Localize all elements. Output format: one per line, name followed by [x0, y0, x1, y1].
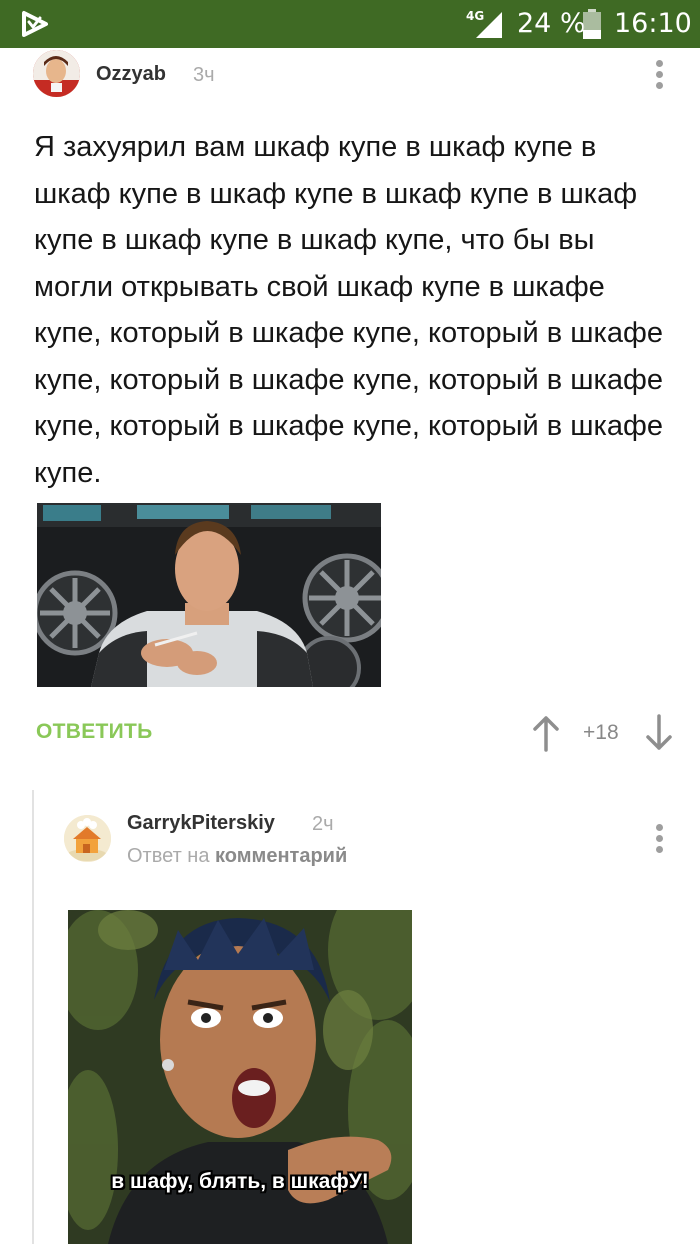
signal-icon — [476, 12, 502, 38]
reply-to-prefix: Ответ на — [127, 845, 210, 867]
battery-percent: 24 % — [517, 8, 586, 39]
status-bar: 4G 24 % 16:10 — [0, 0, 700, 48]
user-avatar-image — [64, 815, 111, 862]
comment-author[interactable]: Ozzyab — [96, 63, 166, 86]
avatar[interactable] — [33, 50, 80, 97]
reply-to-info: Ответ на комментарий — [127, 845, 347, 868]
comment-image[interactable] — [37, 503, 381, 687]
user-avatar-image — [33, 50, 80, 97]
reply-image[interactable]: в шафу, блять, в шкафУ! — [68, 910, 412, 1244]
comment-time: 2ч — [312, 813, 334, 835]
reply-to-link[interactable]: комментарий — [215, 845, 347, 867]
image-caption: в шафу, блять, в шкафУ! — [111, 1170, 369, 1193]
arrow-down-icon[interactable] — [645, 714, 673, 752]
arrow-up-icon[interactable] — [532, 714, 560, 752]
avatar[interactable] — [64, 815, 111, 862]
more-vert-icon[interactable] — [654, 824, 664, 856]
thread-line — [32, 790, 34, 1244]
comment-time: 3ч — [193, 64, 215, 86]
pikabu-logo-icon — [22, 11, 48, 37]
comment-text: Я захуярил вам шкаф купе в шкаф купе в ш… — [34, 131, 663, 489]
reply-button[interactable]: ОТВЕТИТЬ — [36, 720, 153, 744]
comment-author[interactable]: GarrykPiterskiy — [127, 812, 275, 835]
rating-score: +18 — [583, 721, 619, 744]
clock: 16:10 — [614, 8, 692, 39]
more-vert-icon[interactable] — [654, 60, 664, 92]
battery-icon — [583, 9, 601, 39]
